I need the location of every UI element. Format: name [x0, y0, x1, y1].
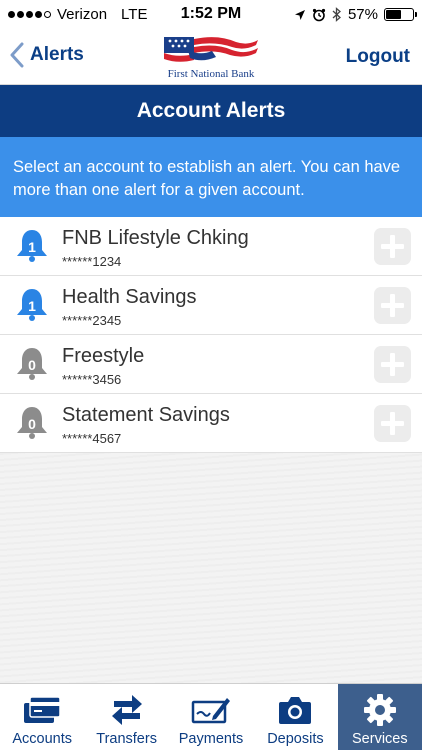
- battery-percent: 57%: [347, 6, 378, 23]
- check-pen-icon: [191, 692, 231, 728]
- bank-logo-text: First National Bank: [167, 68, 255, 80]
- back-label: Alerts: [30, 44, 84, 65]
- gear-icon: [360, 692, 400, 728]
- bell-icon: 1: [14, 286, 50, 322]
- add-alert-button[interactable]: [374, 228, 411, 265]
- tab-bar: Accounts Transfers Payments Deposits Ser…: [0, 683, 422, 750]
- account-name: Freestyle: [62, 345, 145, 367]
- bell-icon: 0: [14, 404, 50, 440]
- alert-count: 1: [28, 239, 36, 255]
- alert-count: 0: [28, 357, 36, 373]
- alarm-clock-icon: [312, 8, 326, 21]
- bell-icon: 0: [14, 345, 50, 381]
- alert-count: 0: [28, 416, 36, 432]
- tab-label: Deposits: [267, 731, 324, 747]
- account-number: ******3456: [62, 372, 122, 387]
- tab-payments[interactable]: Payments: [169, 684, 253, 750]
- account-name: FNB Lifestyle Chking: [62, 227, 249, 249]
- tab-transfers[interactable]: Transfers: [84, 684, 168, 750]
- transfer-arrows-icon: [107, 692, 147, 728]
- account-row[interactable]: 1 FNB Lifestyle Chking ******1234: [0, 217, 422, 276]
- info-banner: Select an account to establish an alert.…: [0, 137, 422, 217]
- account-row[interactable]: 0 Freestyle ******3456: [0, 335, 422, 394]
- account-list: 1 FNB Lifestyle Chking ******1234 1 Heal…: [0, 217, 422, 453]
- account-name: Health Savings: [62, 286, 197, 308]
- back-button[interactable]: Alerts: [10, 42, 84, 68]
- flag-handshake-logo-icon: [164, 37, 258, 62]
- account-number: ******4567: [62, 431, 122, 446]
- tab-accounts[interactable]: Accounts: [0, 684, 84, 750]
- nav-bar: Alerts First National Bank Logout: [0, 30, 422, 85]
- tab-label: Transfers: [96, 731, 157, 747]
- page-title: Account Alerts: [0, 85, 422, 137]
- add-alert-button[interactable]: [374, 405, 411, 442]
- status-bar: Verizon LTE 1:52 PM 57%: [0, 0, 422, 30]
- credit-card-icon: [22, 692, 62, 728]
- tab-deposits[interactable]: Deposits: [253, 684, 337, 750]
- add-alert-button[interactable]: [374, 287, 411, 324]
- status-right: 57%: [294, 6, 417, 23]
- tab-services[interactable]: Services: [337, 684, 422, 750]
- tab-label: Accounts: [12, 731, 73, 747]
- tab-label: Services: [352, 731, 408, 747]
- add-alert-button[interactable]: [374, 346, 411, 383]
- battery-icon: [384, 8, 417, 21]
- bluetooth-icon: [332, 7, 341, 22]
- account-name: Statement Savings: [62, 404, 230, 426]
- account-number: ******1234: [62, 254, 122, 269]
- account-row[interactable]: 1 Health Savings ******2345: [0, 276, 422, 335]
- bank-logo: First National Bank: [158, 36, 264, 80]
- account-number: ******2345: [62, 313, 122, 328]
- bell-icon: 1: [14, 227, 50, 263]
- account-row[interactable]: 0 Statement Savings ******4567: [0, 394, 422, 453]
- alert-count: 1: [28, 298, 36, 314]
- camera-icon: [275, 692, 315, 728]
- tab-label: Payments: [178, 731, 244, 747]
- location-arrow-icon: [294, 9, 305, 20]
- chevron-left-icon: [10, 42, 24, 68]
- empty-content-area: [0, 453, 422, 683]
- logout-button[interactable]: Logout: [346, 46, 410, 68]
